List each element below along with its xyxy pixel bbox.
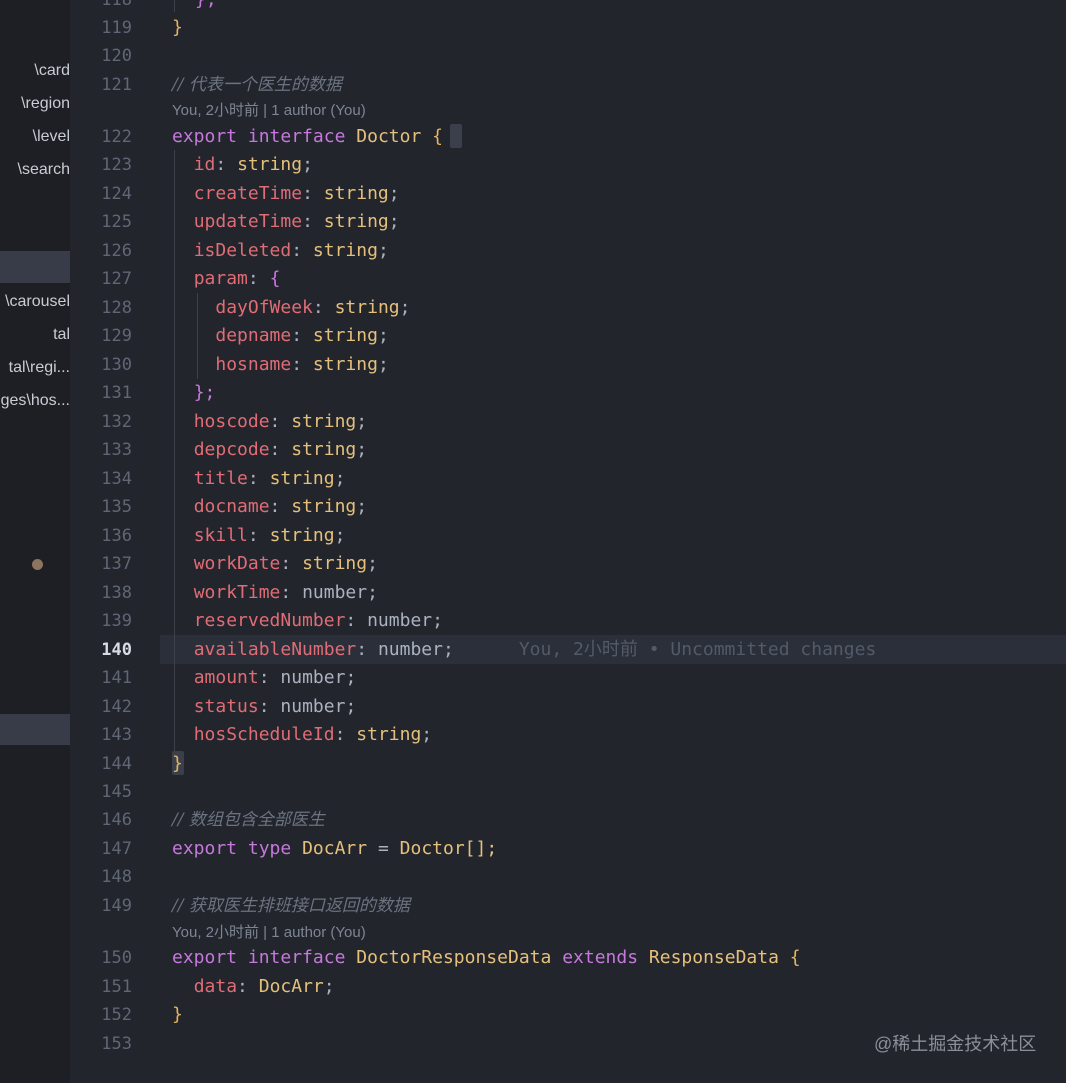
sidebar-item-carousel[interactable]: \carousel <box>0 289 70 315</box>
code-line: createTime: string; <box>193 183 400 204</box>
code-line: docname: string; <box>193 496 368 517</box>
line-number[interactable]: 150 <box>70 944 132 972</box>
line-number[interactable]: 145 <box>70 778 132 806</box>
code-line: } <box>172 753 183 774</box>
line-number[interactable]: 144 <box>70 750 132 778</box>
sidebar-item-tal[interactable]: tal <box>0 322 70 348</box>
line-number[interactable]: 148 <box>70 863 132 891</box>
sidebar-item-level[interactable]: \level <box>0 124 70 150</box>
watermark: @稀土掘金技术社区 <box>874 1034 1037 1054</box>
code-line: hoscode: string; <box>193 411 368 432</box>
line-number[interactable]: 121 <box>70 71 132 99</box>
code-line: } <box>172 17 183 38</box>
code-line: hosScheduleId: string; <box>193 724 433 745</box>
code-editor[interactable]: }; } // 代表一个医生的数据 You, 2小时前 | 1 author (… <box>172 0 1066 1083</box>
line-number[interactable]: 123 <box>70 151 132 179</box>
code-line: isDeleted: string; <box>193 240 389 261</box>
line-number[interactable]: 142 <box>70 693 132 721</box>
code-comment: // 获取医生排班接口返回的数据 <box>172 896 410 916</box>
line-number[interactable]: 135 <box>70 493 132 521</box>
sidebar-item-region[interactable]: \region <box>0 91 70 117</box>
sidebar-item-search[interactable]: \search <box>0 157 70 183</box>
code-line: title: string; <box>193 468 346 489</box>
line-number[interactable]: 136 <box>70 522 132 550</box>
line-number[interactable]: 120 <box>70 42 132 70</box>
line-number[interactable]: 133 <box>70 436 132 464</box>
sidebar-item-card[interactable]: \card <box>0 58 70 84</box>
code-line: export interface Doctor { <box>172 126 443 147</box>
line-number[interactable]: 149 <box>70 892 132 920</box>
code-line: skill: string; <box>193 525 346 546</box>
line-number[interactable]: 138 <box>70 579 132 607</box>
bracket-match-highlight <box>450 124 462 148</box>
modified-dot-icon <box>32 559 43 570</box>
line-number[interactable]: 131 <box>70 379 132 407</box>
code-line: updateTime: string; <box>193 211 400 232</box>
line-number[interactable]: 119 <box>70 14 132 42</box>
line-number[interactable]: 153 <box>70 1030 132 1058</box>
code-line: }; <box>172 0 217 14</box>
line-number[interactable]: 127 <box>70 265 132 293</box>
code-comment: // 代表一个医生的数据 <box>172 75 342 95</box>
code-line: export interface DoctorResponseData exte… <box>172 947 801 968</box>
line-number[interactable]: 132 <box>70 408 132 436</box>
code-line: workDate: string; <box>193 553 378 574</box>
code-line: } <box>172 1004 183 1025</box>
line-number[interactable]: 124 <box>70 180 132 208</box>
line-number[interactable]: 128 <box>70 294 132 322</box>
code-line: export type DocArr = Doctor[]; <box>172 838 498 859</box>
line-number[interactable]: 129 <box>70 322 132 350</box>
code-line: depcode: string; <box>193 439 368 460</box>
line-number[interactable]: 130 <box>70 351 132 379</box>
line-number[interactable]: 151 <box>70 973 132 1001</box>
line-number[interactable]: 143 <box>70 721 132 749</box>
code-line: id: string; <box>193 154 313 175</box>
code-line: param: { <box>193 268 281 289</box>
line-number[interactable]: 147 <box>70 835 132 863</box>
sidebar-item-pages-hos[interactable]: ges\hos... <box>0 388 70 414</box>
code-line: dayOfWeek: string; <box>215 297 411 318</box>
line-number[interactable]: 139 <box>70 607 132 635</box>
code-line: hosname: string; <box>215 354 389 375</box>
sidebar-selected-row-2[interactable] <box>0 714 70 745</box>
sidebar-selected-row[interactable] <box>0 251 70 283</box>
line-number[interactable]: 140 <box>70 636 132 664</box>
line-number[interactable]: 122 <box>70 123 132 151</box>
code-line: availableNumber: number; You, 2小时前 • Unc… <box>193 639 877 660</box>
line-number-gutter: 118 119 120 121 122 123 124 125 126 127 128 129 130 1… <box>70 0 160 1083</box>
line-number[interactable]: 118 <box>70 0 132 14</box>
code-line: data: DocArr; <box>193 976 335 997</box>
code-line: workTime: number; <box>193 582 378 603</box>
code-line: amount: number; <box>193 667 357 688</box>
code-line: reservedNumber: number; <box>193 610 443 631</box>
code-line: status: number; <box>193 696 357 717</box>
line-number[interactable]: 146 <box>70 806 132 834</box>
codelens-blame[interactable]: You, 2小时前 | 1 author (You) <box>172 921 366 945</box>
code-line: depname: string; <box>215 325 389 346</box>
line-number[interactable]: 141 <box>70 664 132 692</box>
code-line: }; <box>193 382 216 403</box>
code-comment: // 数组包含全部医生 <box>172 810 325 830</box>
line-number[interactable]: 137 <box>70 550 132 578</box>
line-number[interactable]: 126 <box>70 237 132 265</box>
sidebar-item-tal-region[interactable]: tal\regi... <box>0 355 70 381</box>
codelens-blame[interactable]: You, 2小时前 | 1 author (You) <box>172 99 366 123</box>
explorer-sidebar: \card \region \level \search \carousel t… <box>0 0 70 1083</box>
line-number[interactable]: 152 <box>70 1001 132 1029</box>
inline-blame: You, 2小时前 • Uncommitted changes <box>518 639 877 660</box>
line-number[interactable]: 125 <box>70 208 132 236</box>
line-number[interactable]: 134 <box>70 465 132 493</box>
